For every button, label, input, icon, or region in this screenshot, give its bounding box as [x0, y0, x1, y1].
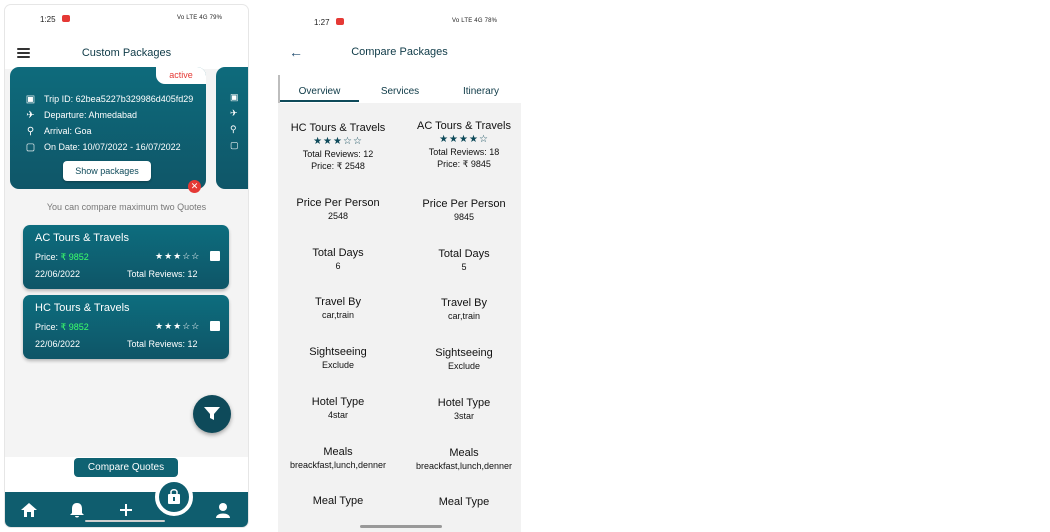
attribute-block: Meal Type [312, 495, 364, 507]
close-icon[interactable]: ✕ [188, 180, 201, 193]
status-bar: 1:25 Vo LTE 4G 79% [5, 5, 248, 29]
status-indicators: Vo LTE 4G 79% [177, 15, 223, 21]
calendar-icon: ▢ [230, 140, 239, 150]
status-time: 1:25 [40, 15, 56, 24]
date-text: On Date: 10/07/2022 - 16/07/2022 [44, 142, 181, 152]
notification-icon [336, 18, 344, 25]
id-card-icon: ▣ [230, 92, 239, 102]
package-column: HC Tours & Travels ★★★☆☆ Total Reviews: … [278, 115, 398, 507]
agency-name: HC Tours & Travels [35, 302, 130, 314]
trip-card-next[interactable]: ▣ ✈ ⚲ ▢ [216, 67, 248, 189]
agency-name: AC Tours & Travels [417, 120, 511, 132]
rating-stars: ★★★★☆ [439, 134, 489, 145]
total-reviews: Total Reviews: 12 [127, 269, 198, 279]
compare-checkbox[interactable] [210, 251, 220, 261]
tab-services[interactable]: Services [366, 86, 434, 97]
scroll-indicator [278, 75, 280, 103]
total-reviews: Total Reviews: 18 [428, 147, 500, 157]
package-column: AC Tours & Travels ★★★★☆ Total Reviews: … [404, 115, 521, 508]
quote-date: 22/06/2022 [35, 339, 81, 349]
gesture-bar [85, 520, 165, 522]
price: Price: ₹ 9852 [35, 252, 89, 262]
airplane-icon: ✈ [230, 108, 238, 118]
status-indicators: Vo LTE 4G 78% [452, 18, 498, 24]
trip-id-text: Trip ID: 62bea5227b329986d405fd29 [44, 94, 194, 104]
quote-card[interactable]: AC Tours & Travels Price: ₹ 9852 ★★★☆☆ 2… [23, 225, 229, 289]
agency-name: AC Tours & Travels [35, 232, 129, 244]
location-pin-icon: ⚲ [26, 125, 35, 137]
status-badge: active [156, 67, 206, 84]
shopping-bag-icon [168, 489, 180, 504]
screenshot-canvas: 1:25 Vo LTE 4G 79% Custom Packages activ… [0, 0, 1050, 532]
active-tab-indicator [280, 100, 359, 102]
attribute-block: Hotel Type 3star [437, 397, 491, 421]
custom-packages-screen: 1:25 Vo LTE 4G 79% Custom Packages activ… [5, 5, 248, 527]
price: Price: ₹ 9852 [35, 322, 89, 332]
attribute-block: Sightseeing Exclude [309, 346, 367, 370]
tab-itinerary[interactable]: Itinerary [446, 86, 516, 97]
gesture-bar [360, 525, 442, 528]
attribute-block: Meals breackfast,lunch,denner [415, 447, 513, 471]
bell-icon[interactable] [68, 501, 86, 519]
total-reviews: Total Reviews: 12 [302, 149, 374, 159]
notification-icon [62, 15, 70, 22]
price: Price: ₹ 9845 [437, 159, 491, 169]
status-bar: 1:27 Vo LTE 4G 78% [278, 5, 521, 31]
departure-text: Departure: Ahmedabad [44, 110, 138, 120]
app-bar: ← Compare Packages [278, 31, 521, 75]
attribute-block: Sightseeing Exclude [435, 347, 493, 371]
app-bar: Custom Packages [5, 29, 248, 69]
page-title: Compare Packages [351, 46, 448, 58]
attribute-block: Meal Type [438, 496, 490, 508]
home-icon[interactable] [20, 501, 38, 519]
rating-stars: ★★★☆☆ [313, 136, 363, 147]
compare-checkbox[interactable] [210, 321, 220, 331]
compare-packages-screen: 1:27 Vo LTE 4G 78% ← Compare Packages Ov… [278, 5, 521, 532]
packages-nav-button[interactable] [155, 478, 193, 516]
rating-stars: ★★★☆☆ [155, 251, 201, 261]
agency-name: HC Tours & Travels [290, 122, 386, 134]
location-pin-icon: ⚲ [230, 124, 237, 134]
attribute-block: Total Days 6 [312, 247, 364, 271]
quote-date: 22/06/2022 [35, 269, 81, 279]
attribute-block: Total Days 5 [438, 248, 490, 272]
calendar-icon: ▢ [25, 141, 36, 153]
attribute-block: Hotel Type 4star [311, 396, 365, 420]
filter-button[interactable] [193, 395, 231, 433]
page-title: Custom Packages [81, 47, 172, 59]
arrival-row: ⚲ Arrival: Goa [25, 124, 92, 138]
trip-id-row: ▣ Trip ID: 62bea5227b329986d405fd29 [25, 92, 194, 106]
attribute-block: Travel By car,train [440, 297, 488, 321]
rating-stars: ★★★☆☆ [155, 321, 201, 331]
status-time: 1:27 [314, 18, 330, 27]
departure-row: ✈ Departure: Ahmedabad [25, 108, 137, 122]
quote-card[interactable]: HC Tours & Travels Price: ₹ 9852 ★★★☆☆ 2… [23, 295, 229, 359]
arrival-text: Arrival: Goa [44, 126, 92, 136]
airplane-icon: ✈ [26, 109, 35, 121]
attribute-block: Meals breackfast,lunch,denner [289, 446, 387, 470]
filter-icon [204, 407, 220, 420]
id-card-icon: ▣ [25, 93, 36, 105]
price: Price: ₹ 2548 [311, 161, 365, 171]
compare-quotes-button[interactable]: Compare Quotes [74, 458, 178, 477]
tab-overview[interactable]: Overview [280, 86, 359, 97]
attribute-block: Price Per Person 9845 [422, 198, 506, 222]
total-reviews: Total Reviews: 12 [127, 339, 198, 349]
attribute-block: Travel By car,train [314, 296, 362, 320]
plus-icon[interactable] [117, 501, 135, 519]
trip-card[interactable]: active ▣ Trip ID: 62bea5227b329986d405fd… [10, 67, 206, 193]
profile-icon[interactable] [214, 501, 232, 519]
date-row: ▢ On Date: 10/07/2022 - 16/07/2022 [25, 140, 181, 154]
tab-bar: Overview Services Itinerary [278, 75, 521, 103]
compare-hint: You can compare maximum two Quotes [46, 202, 207, 212]
show-packages-button[interactable]: Show packages [63, 161, 151, 181]
attribute-block: Price Per Person 2548 [296, 197, 380, 221]
